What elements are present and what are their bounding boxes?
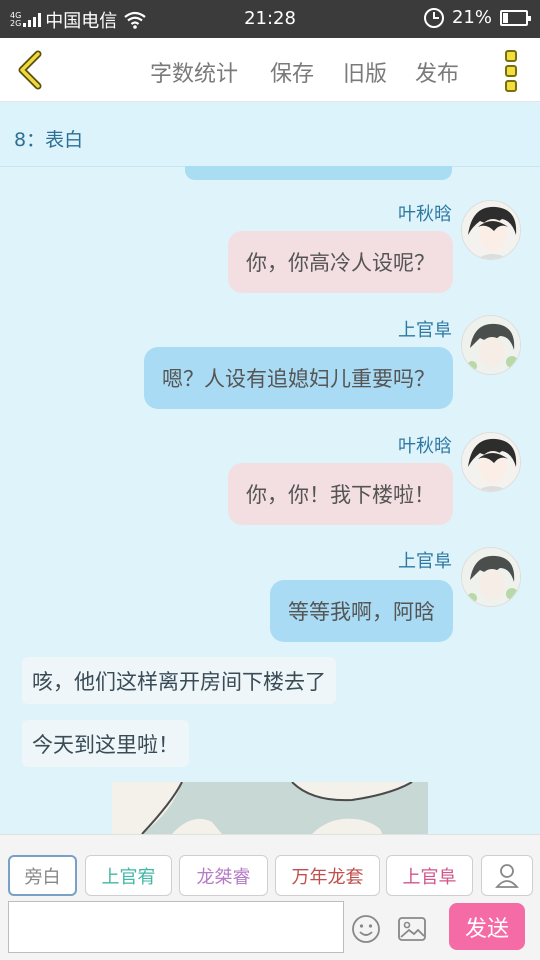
chapter-header[interactable]: 8：表白	[0, 103, 540, 167]
status-right: 21%	[423, 7, 531, 28]
avatar[interactable]	[461, 547, 521, 607]
publish-button[interactable]: 发布	[415, 56, 459, 88]
speaker-name: 叶秋晗	[398, 436, 452, 457]
editor-toolbar: 字数统计 保存 旧版 发布	[0, 38, 540, 102]
story-image[interactable]	[112, 782, 428, 834]
role-label: 上官阜	[402, 866, 457, 888]
status-bar: 4G 2G 中国电信 21:28 21%	[0, 0, 540, 38]
role-label: 上官宥	[101, 866, 156, 888]
role-chip-narrator[interactable]: 旁白	[8, 855, 77, 896]
message-bubble[interactable]: 嗯？人设有追媳妇儿重要吗？	[144, 347, 453, 409]
speaker-name: 上官阜	[398, 320, 452, 341]
emoji-icon[interactable]	[351, 914, 381, 944]
role-label: 龙桀睿	[196, 866, 251, 888]
role-label: 旁白	[24, 866, 61, 888]
role-chip[interactable]: 龙桀睿	[179, 855, 268, 896]
back-arrow-icon[interactable]	[10, 48, 54, 92]
avatar[interactable]	[461, 200, 521, 260]
image-icon[interactable]	[397, 915, 427, 943]
composer-panel: 旁白 上官宥 龙桀睿 万年龙套 上官阜 发送	[0, 834, 540, 960]
role-chip[interactable]: 万年龙套	[275, 855, 380, 896]
narration-text[interactable]: 今天到这里啦！	[22, 720, 189, 767]
word-count-button[interactable]: 字数统计	[150, 56, 238, 88]
chapter-title: 8：表白	[14, 129, 84, 151]
message-bubble[interactable]: 你，你高冷人设呢？	[228, 231, 453, 293]
role-chip[interactable]: 上官阜	[386, 855, 473, 896]
role-label: 万年龙套	[291, 866, 364, 888]
previous-bubble-edge	[185, 166, 452, 180]
speaker-name: 叶秋晗	[398, 204, 452, 225]
avatar[interactable]	[461, 315, 521, 375]
narration-text[interactable]: 咳，他们这样离开房间下楼去了	[22, 657, 336, 704]
message-bubble[interactable]: 你，你！我下楼啦！	[228, 463, 453, 525]
old-version-button[interactable]: 旧版	[343, 56, 387, 88]
battery-percent: 21%	[451, 7, 492, 28]
more-menu-icon[interactable]	[502, 50, 520, 92]
role-chip[interactable]: 上官宥	[85, 855, 172, 896]
avatar[interactable]	[461, 432, 521, 492]
add-role-icon[interactable]	[481, 855, 533, 896]
speaker-name: 上官阜	[398, 551, 452, 572]
message-bubble[interactable]: 等等我啊，阿晗	[270, 580, 453, 642]
send-button[interactable]: 发送	[449, 903, 525, 950]
battery-icon	[500, 9, 531, 26]
message-input[interactable]	[8, 901, 344, 953]
alarm-icon	[423, 7, 444, 28]
save-button[interactable]: 保存	[270, 56, 314, 88]
